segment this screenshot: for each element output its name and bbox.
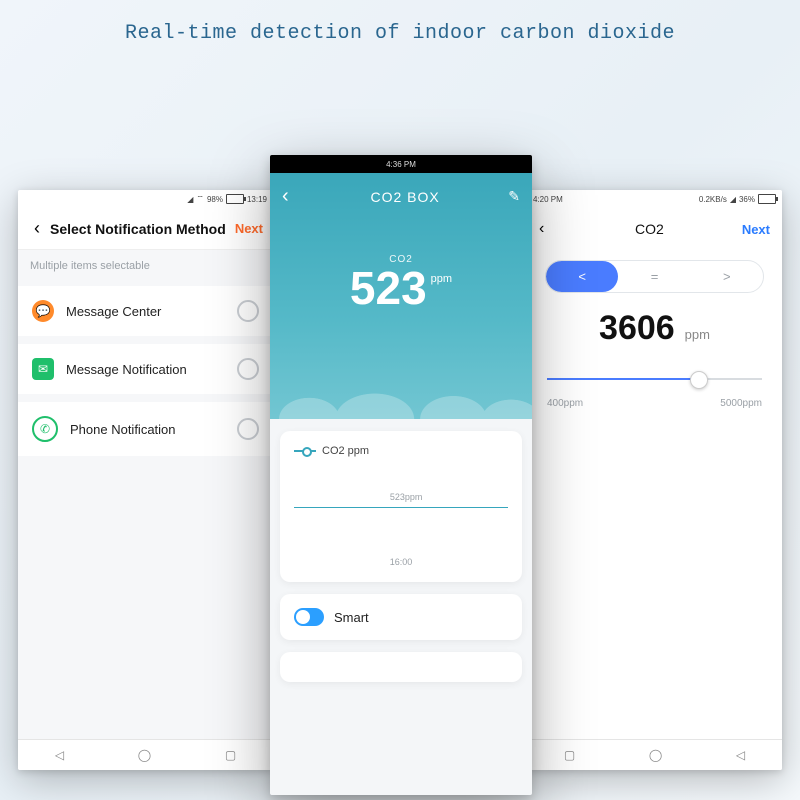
option-message-center[interactable]: 💬 Message Center [18,286,273,336]
segment-equal[interactable]: = [618,261,690,292]
option-label: Phone Notification [70,422,237,437]
screen-header: ‹ CO2 BOX ✎ [270,179,532,214]
chat-icon: 💬 [32,300,54,322]
back-button[interactable]: ‹ [28,218,46,239]
nav-back-icon[interactable]: ◁ [55,748,64,762]
back-button[interactable]: ‹ [282,185,302,208]
next-button[interactable]: Next [235,221,263,236]
nav-back-icon[interactable]: ◁ [736,748,745,762]
cloud-illustration [270,359,532,419]
smart-card[interactable]: Smart [280,594,522,640]
slider-fill [547,378,698,380]
screen-title: Select Notification Method [46,221,235,237]
slider-min-label: 400ppm [547,398,583,409]
back-button[interactable]: ‹ [539,220,557,238]
screen-header: ‹ CO2 Next [527,208,782,250]
segment-greater-than[interactable]: > [691,261,763,292]
radio-unchecked-icon[interactable] [237,418,259,440]
status-time: 4:36 PM [386,160,416,169]
phone-co2-box: 4:36 PM ‹ CO2 BOX ✎ CO2 523ppm CO2 ppm 5… [270,155,532,795]
hero-label: CO2 [270,254,532,265]
option-label: Message Notification [66,362,237,377]
battery-icon [758,194,776,204]
extra-card-peek [280,652,522,682]
option-message-notification[interactable]: ✉ Message Notification [18,344,273,394]
threshold-value: 3606 [599,309,675,348]
segment-less-than[interactable]: < [546,261,618,292]
status-speed: 0.2KB/s [699,195,727,204]
next-button[interactable]: Next [742,222,770,237]
chart-legend: CO2 ppm [294,445,508,457]
threshold-slider[interactable] [547,368,762,398]
screen-header: ‹ Select Notification Method Next [18,208,273,250]
slider-labels: 400ppm 5000ppm [547,398,762,409]
smart-label: Smart [334,610,369,625]
smart-toggle[interactable] [294,608,324,626]
chart-x-label: 16:00 [294,557,508,567]
status-time: 13:19 [247,195,267,204]
screen-title: CO2 BOX [302,189,508,205]
radio-unchecked-icon[interactable] [237,358,259,380]
edit-icon[interactable]: ✎ [508,188,520,205]
legend-label: CO2 ppm [322,445,369,457]
phone-icon: ✆ [32,416,58,442]
hero-panel: ‹ CO2 BOX ✎ CO2 523 ppm [270,173,532,419]
nav-home-icon[interactable]: ◯ [649,748,662,762]
phone-notification-method: 98% 13:19 ‹ Select Notification Method N… [18,190,273,770]
signal-icon [730,195,736,204]
status-time: 4:20 PM [533,195,563,204]
battery-icon [226,194,244,204]
signal-icon [187,195,193,204]
battery-percent: 36% [739,195,755,204]
phone-co2-threshold: 4:20 PM 0.2KB/s 36% ‹ CO2 Next < = > 360… [527,190,782,770]
hero-value: 523 [350,265,427,311]
threshold-unit: ppm [685,327,710,342]
hero-unit: ppm [431,273,452,285]
screen-title: CO2 [557,221,742,237]
status-bar: 4:36 PM [270,155,532,173]
mail-icon: ✉ [32,358,54,380]
status-bar: 4:20 PM 0.2KB/s 36% [527,190,782,208]
status-bar: 98% 13:19 [18,190,273,208]
wifi-icon [196,194,204,204]
option-phone-notification[interactable]: ✆ Phone Notification [18,402,273,456]
option-label: Message Center [66,304,237,319]
chart-series-line [294,507,508,508]
chart-value-label: 523ppm [390,492,423,502]
nav-recent-icon[interactable]: ▢ [564,748,575,762]
nav-recent-icon[interactable]: ▢ [225,748,236,762]
threshold-value-row: 3606 ppm [527,309,782,348]
co2-line-chart[interactable]: 523ppm 16:00 [294,487,508,568]
phones-wrap: 98% 13:19 ‹ Select Notification Method N… [0,55,800,775]
slider-knob[interactable] [690,371,708,389]
subtitle-text: Multiple items selectable [18,250,273,278]
legend-marker-icon [294,450,316,452]
nav-home-icon[interactable]: ◯ [138,748,151,762]
hero-reading: CO2 523 ppm [270,254,532,311]
radio-unchecked-icon[interactable] [237,300,259,322]
comparator-segmented: < = > [545,260,764,293]
page-title: Real-time detection of indoor carbon dio… [0,0,800,55]
android-navbar: ▢ ◯ ◁ [527,739,782,770]
battery-percent: 98% [207,195,223,204]
android-navbar: ◁ ◯ ▢ [18,739,273,770]
chart-card: CO2 ppm 523ppm 16:00 [280,431,522,582]
slider-max-label: 5000ppm [720,398,762,409]
